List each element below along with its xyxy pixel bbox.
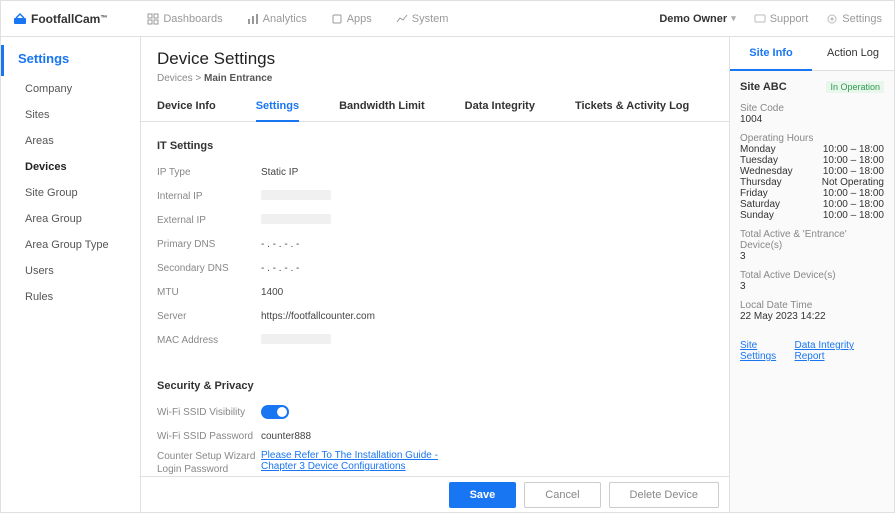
primary-dns-value: - . - . - . - (261, 239, 299, 250)
tab-device-info[interactable]: Device Info (157, 100, 216, 121)
save-button[interactable]: Save (449, 482, 517, 508)
main: Device Settings Devices > Main Entrance … (141, 37, 729, 512)
secondary-dns-label: Secondary DNS (157, 263, 261, 274)
sidebar-item-sites[interactable]: Sites (1, 102, 140, 128)
owner-menu[interactable]: Demo Owner ▾ (659, 13, 735, 25)
rp-tab-site-info[interactable]: Site Info (730, 37, 812, 71)
right-panel: Site Info Action Log Site ABC In Operati… (729, 37, 894, 512)
sidebar-header: Settings (1, 45, 140, 76)
sidebar-item-area-group-type[interactable]: Area Group Type (1, 232, 140, 258)
site-settings-link[interactable]: Site Settings (740, 340, 794, 362)
sidebar-item-rules[interactable]: Rules (1, 284, 140, 310)
system-icon (396, 13, 408, 25)
external-ip-value (261, 214, 331, 224)
brand-icon (13, 12, 27, 26)
tab-bandwidth[interactable]: Bandwidth Limit (339, 100, 425, 121)
apps-icon (331, 13, 343, 25)
nav-apps[interactable]: Apps (331, 13, 372, 25)
total-entrance-label: Total Active & 'Entrance' Device(s) (740, 229, 884, 251)
nav-support[interactable]: Support (754, 13, 809, 25)
chevron-down-icon: ▾ (731, 13, 736, 24)
tab-settings[interactable]: Settings (256, 100, 299, 122)
total-devices-label: Total Active Device(s) (740, 270, 884, 281)
page-title: Device Settings (157, 49, 713, 69)
brand-name: FootfallCam (31, 12, 100, 26)
wifi-visibility-label: Wi-Fi SSID Visibility (157, 407, 261, 418)
breadcrumb-current: Main Entrance (204, 73, 272, 84)
sidebar-item-area-group[interactable]: Area Group (1, 206, 140, 232)
mac-value (261, 334, 331, 344)
total-entrance-value: 3 (740, 251, 884, 262)
wifi-password-label: Wi-Fi SSID Password (157, 431, 261, 442)
internal-ip-value (261, 190, 331, 200)
installation-guide-link[interactable]: Please Refer To The Installation Guide -… (261, 450, 438, 472)
site-code-label: Site Code (740, 103, 884, 114)
rp-tab-action-log[interactable]: Action Log (812, 37, 894, 70)
sidebar: Settings Company Sites Areas Devices Sit… (1, 37, 141, 512)
server-label: Server (157, 311, 261, 322)
sidebar-item-company[interactable]: Company (1, 76, 140, 102)
ip-type-label: IP Type (157, 167, 261, 178)
sidebar-item-users[interactable]: Users (1, 258, 140, 284)
wifi-visibility-toggle[interactable] (261, 405, 289, 419)
cancel-button[interactable]: Cancel (524, 482, 600, 508)
mac-label: MAC Address (157, 335, 261, 346)
sidebar-item-site-group[interactable]: Site Group (1, 180, 140, 206)
sidebar-item-devices[interactable]: Devices (1, 154, 140, 180)
ip-type-value: Static IP (261, 167, 298, 178)
secondary-dns-value: - . - . - . - (261, 263, 299, 274)
dashboard-icon (147, 13, 159, 25)
brand-tm: ™ (100, 15, 107, 22)
section-security: Security & Privacy (157, 380, 713, 392)
brand-logo: FootfallCam™ (13, 12, 107, 26)
top-nav: FootfallCam™ Dashboards Analytics Apps S… (1, 1, 894, 37)
data-integrity-link[interactable]: Data Integrity Report (794, 340, 884, 362)
bottom-bar: Save Cancel Delete Device (141, 476, 729, 512)
analytics-icon (247, 13, 259, 25)
tab-data-integrity[interactable]: Data Integrity (465, 100, 535, 121)
nav-dashboards[interactable]: Dashboards (147, 13, 222, 25)
nav-system[interactable]: System (396, 13, 449, 25)
site-code-value: 1004 (740, 114, 884, 125)
nav-analytics[interactable]: Analytics (247, 13, 307, 25)
sidebar-item-areas[interactable]: Areas (1, 128, 140, 154)
support-icon (754, 13, 766, 25)
local-datetime-label: Local Date Time (740, 300, 884, 311)
section-it-settings: IT Settings (157, 140, 713, 152)
local-datetime-value: 22 May 2023 14:22 (740, 311, 884, 322)
nav-settings[interactable]: Settings (826, 13, 882, 25)
delete-device-button[interactable]: Delete Device (609, 482, 719, 508)
total-devices-value: 3 (740, 281, 884, 292)
status-badge: In Operation (826, 81, 884, 93)
external-ip-label: External IP (157, 215, 261, 226)
internal-ip-label: Internal IP (157, 191, 261, 202)
mtu-label: MTU (157, 287, 261, 298)
primary-dns-label: Primary DNS (157, 239, 261, 250)
breadcrumb: Devices > Main Entrance (157, 73, 713, 84)
mtu-value: 1400 (261, 287, 283, 298)
gear-icon (826, 13, 838, 25)
hours-label: Operating Hours (740, 133, 884, 144)
breadcrumb-root[interactable]: Devices (157, 73, 193, 84)
wifi-password-value: counter888 (261, 431, 311, 442)
tab-tickets[interactable]: Tickets & Activity Log (575, 100, 689, 121)
wizard-password-label: Counter Setup Wizard Login Password (157, 450, 261, 476)
site-name: Site ABC (740, 81, 787, 93)
server-value: https://footfallcounter.com (261, 311, 375, 322)
content-tabs: Device Info Settings Bandwidth Limit Dat… (141, 90, 729, 122)
